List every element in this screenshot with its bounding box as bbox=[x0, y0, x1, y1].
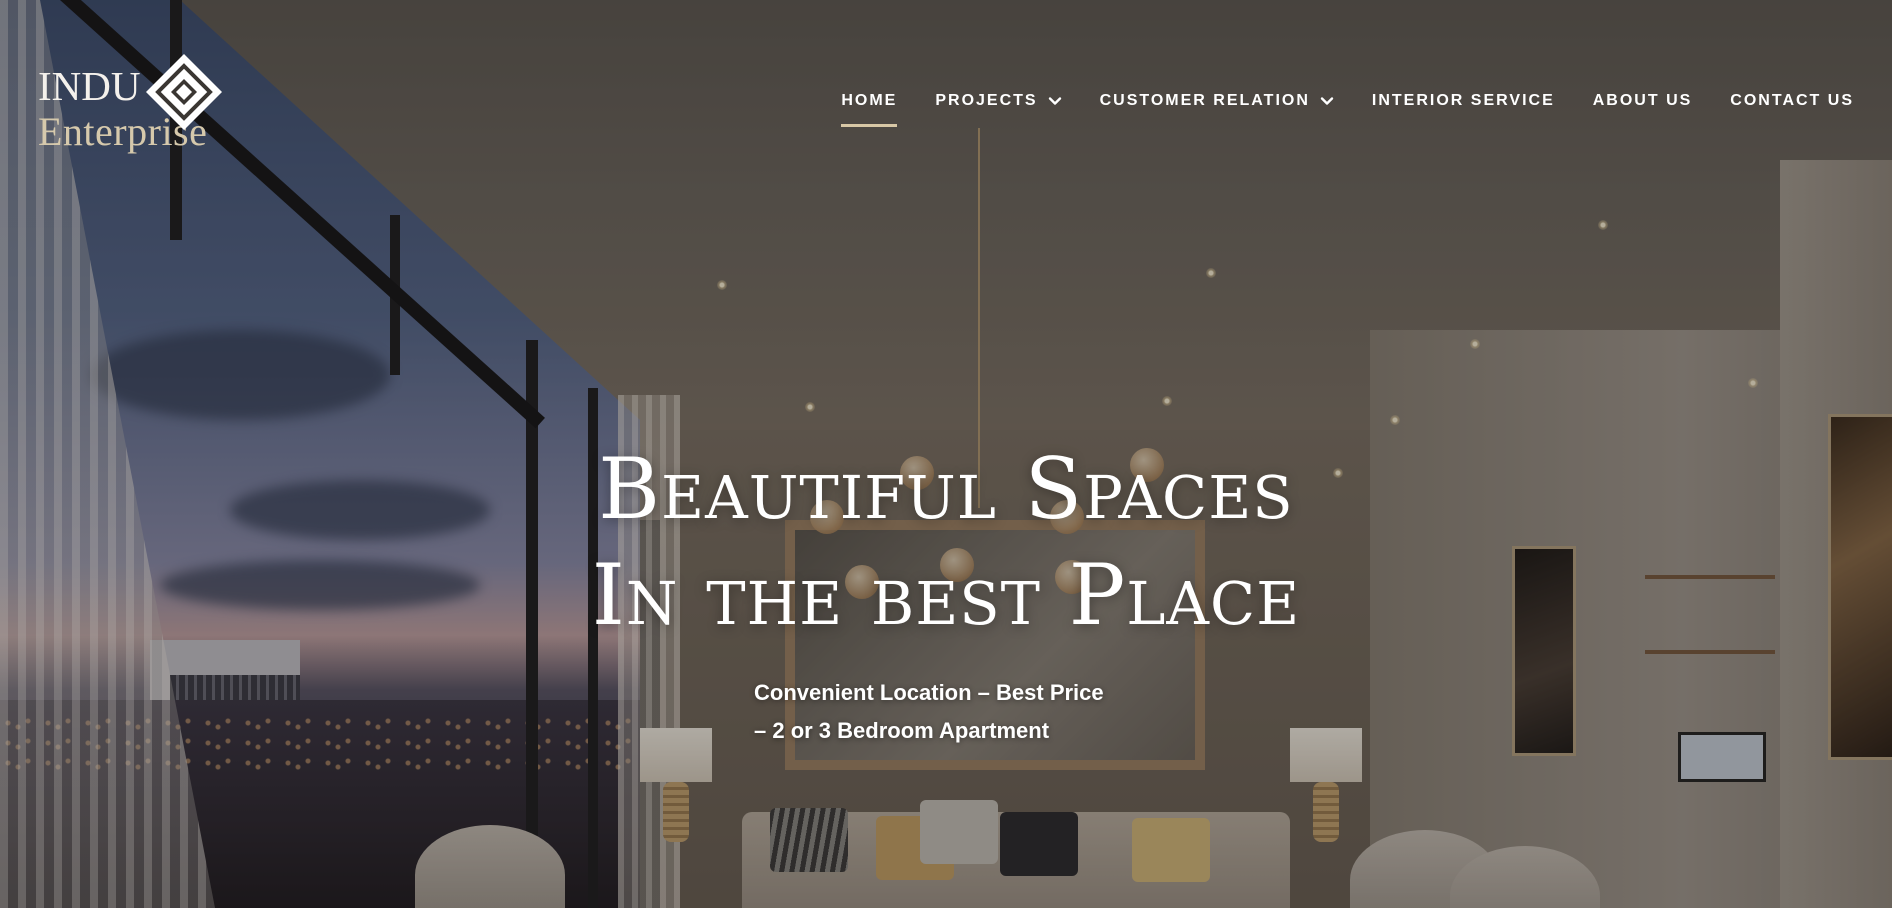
chevron-down-icon bbox=[1048, 97, 1061, 105]
nav-customer-relation[interactable]: CUSTOMER RELATION bbox=[1100, 92, 1334, 110]
nav-home[interactable]: HOME bbox=[841, 92, 898, 127]
brand-logo[interactable]: INDU Enterprise bbox=[36, 48, 236, 160]
nav-home-label: HOME bbox=[841, 92, 898, 109]
hero-headline-line1: Beautiful Spaces bbox=[598, 440, 1294, 538]
hero-headline: Beautiful Spaces In the best Place bbox=[0, 436, 1892, 648]
hero-subtitle-line1: Convenient Location – Best Price bbox=[754, 680, 1104, 705]
nav-contact-us[interactable]: CONTACT US bbox=[1730, 92, 1854, 110]
nav-customer-relation-label: CUSTOMER RELATION bbox=[1099, 92, 1310, 109]
hero-headline-line2: In the best Place bbox=[591, 546, 1301, 644]
nav-contact-us-label: CONTACT US bbox=[1730, 92, 1854, 109]
main-nav: HOME PROJECTS CUSTOMER RELATION INTERIOR… bbox=[803, 92, 1854, 127]
nav-about-us[interactable]: ABOUT US bbox=[1593, 92, 1693, 110]
nav-projects-label: PROJECTS bbox=[935, 92, 1038, 109]
chevron-down-icon bbox=[1320, 97, 1334, 105]
nav-projects[interactable]: PROJECTS bbox=[935, 92, 1061, 110]
nav-about-us-label: ABOUT US bbox=[1592, 92, 1693, 109]
nav-interior-service[interactable]: INTERIOR SERVICE bbox=[1372, 92, 1555, 110]
diamond-logo-icon bbox=[146, 54, 222, 130]
logo-text-indu: INDU bbox=[38, 63, 141, 109]
hero-subtitle-line2: – 2 or 3 Bedroom Apartment bbox=[754, 718, 1050, 743]
hero-subtitle: Convenient Location – Best Price – 2 or … bbox=[754, 674, 1104, 750]
nav-interior-service-label: INTERIOR SERVICE bbox=[1371, 92, 1555, 109]
